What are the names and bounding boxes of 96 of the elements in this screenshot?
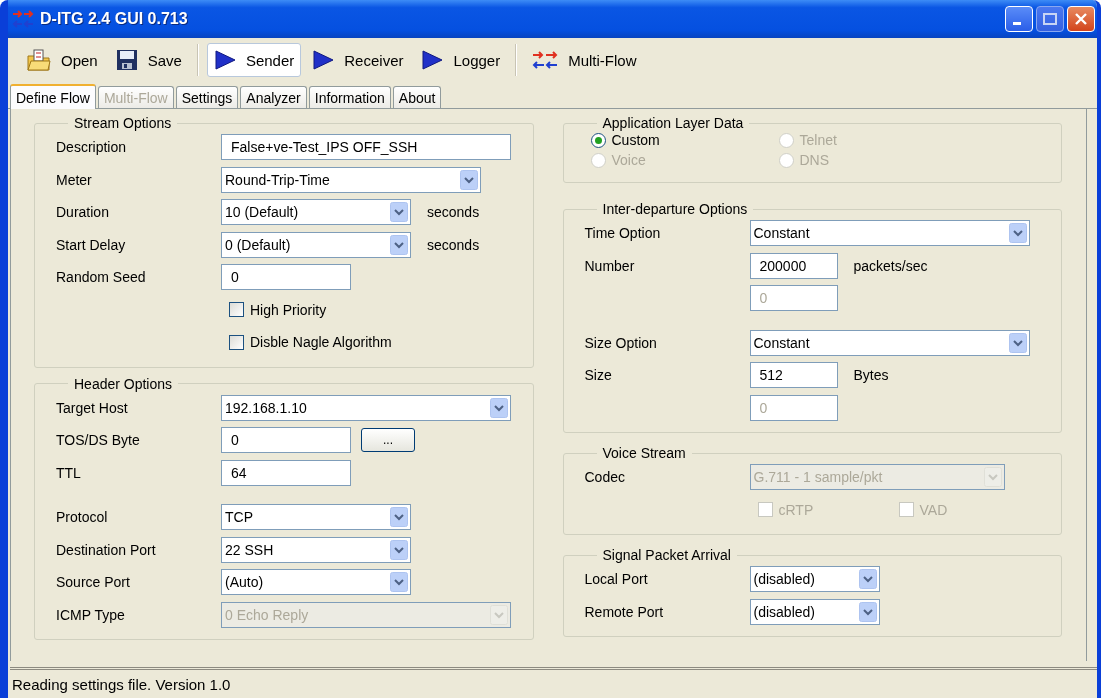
dropdown[interactable]: Constant	[749, 220, 1030, 247]
tab[interactable]: Analyzer	[240, 86, 307, 108]
radio-label: Voice	[611, 152, 646, 168]
unit-label: seconds	[427, 236, 480, 253]
text-field[interactable]: 0	[221, 427, 351, 454]
minimize-button[interactable]	[1005, 6, 1033, 32]
chevron-down-icon	[390, 539, 408, 560]
field-label: Meter	[56, 171, 93, 188]
field-label: Description	[56, 139, 128, 156]
field-label: Source Port	[56, 574, 131, 591]
text-field[interactable]: 64	[221, 459, 351, 486]
chevron-down-icon	[858, 569, 877, 590]
checkbox[interactable]	[229, 302, 244, 318]
chevron-down-icon	[460, 169, 478, 190]
dropdown[interactable]: 192.168.1.10	[221, 394, 511, 421]
field-label: Destination Port	[56, 541, 157, 558]
radio-button[interactable]	[590, 132, 606, 148]
group-title: Inter-departure Options	[601, 201, 749, 217]
field-label: Size Option	[584, 334, 658, 351]
field-label: Time Option	[584, 225, 662, 242]
checkbox[interactable]	[229, 334, 244, 350]
close-button[interactable]	[1067, 6, 1095, 32]
text-field[interactable]: False+ve-Test_IPS OFF_SSH	[221, 134, 511, 161]
dropdown[interactable]: (disabled)	[749, 566, 880, 593]
field-label: Remote Port	[584, 603, 665, 620]
toolbar-button[interactable]: Multi-Flow	[525, 43, 644, 77]
arrows-icon	[12, 10, 34, 28]
chevron-down-icon	[1008, 332, 1027, 353]
dropdown[interactable]: Constant	[749, 329, 1030, 356]
more-button[interactable]: ...	[361, 428, 415, 453]
chevron-down-icon	[490, 397, 508, 418]
field-label: Number	[584, 257, 636, 274]
play-icon	[421, 50, 444, 70]
chevron-down-icon	[390, 507, 408, 528]
field-label: Start Delay	[56, 236, 127, 253]
field-label: Local Port	[584, 571, 649, 588]
tab[interactable]: Information	[308, 86, 391, 108]
field-label: Random Seed	[56, 269, 147, 286]
minimize-icon	[1013, 22, 1021, 25]
chevron-down-icon	[490, 604, 508, 625]
radio-label: DNS	[799, 152, 830, 168]
radio-label: Telnet	[799, 132, 837, 148]
dropdown[interactable]: Round-Trip-Time	[221, 166, 481, 193]
maximize-icon	[1043, 13, 1057, 25]
chevron-down-icon	[1008, 223, 1027, 244]
unit-label: packets/sec	[853, 257, 928, 274]
play-icon	[312, 50, 335, 70]
toolbar-button[interactable]: Save	[108, 43, 189, 77]
text-field[interactable]: 512	[749, 362, 838, 389]
tab[interactable]: Settings	[175, 86, 239, 108]
chevron-down-icon	[390, 202, 408, 223]
chevron-down-icon	[858, 601, 877, 622]
group-title: Stream Options	[73, 115, 173, 131]
group-title: Application Layer Data	[601, 115, 745, 131]
group-title: Signal Packet Arrival	[601, 547, 732, 563]
maximize-button[interactable]	[1036, 6, 1064, 32]
field-label: Protocol	[56, 509, 109, 526]
field-label: Codec	[584, 469, 626, 486]
chevron-down-icon	[983, 467, 1002, 488]
text-field[interactable]: 200000	[749, 252, 838, 279]
field-label: TOS/DS Byte	[56, 432, 141, 449]
close-icon	[1075, 13, 1087, 25]
dropdown[interactable]: 10 (Default)	[221, 199, 411, 226]
toolbar-button[interactable]: Receiver	[305, 43, 411, 77]
arrows-icon	[532, 50, 559, 70]
tab[interactable]: Define Flow	[10, 84, 96, 109]
field-label: ICMP Type	[56, 606, 126, 623]
checkbox-label: VAD	[919, 501, 948, 518]
status-text: Reading settings file. Version 1.0	[12, 675, 231, 693]
folder-icon	[27, 49, 51, 71]
field-label: TTL	[56, 464, 82, 481]
field-label: Size	[584, 367, 613, 384]
checkbox-label: Disble Nagle Algorithm	[250, 334, 392, 351]
dropdown[interactable]: 0 (Default)	[221, 231, 411, 258]
toolbar-button[interactable]: Sender	[206, 43, 302, 77]
dropdown[interactable]: (disabled)	[749, 598, 880, 625]
checkbox-label: High Priority	[250, 301, 327, 318]
unit-label: seconds	[427, 204, 480, 221]
radio-label: Custom	[611, 132, 660, 148]
chevron-down-icon	[390, 572, 408, 593]
toolbar-button[interactable]: Logger	[414, 43, 508, 77]
field-label: Duration	[56, 204, 110, 221]
group-title: Header Options	[73, 375, 174, 392]
toolbar-button[interactable]: Open	[20, 43, 105, 77]
dropdown[interactable]: (Auto)	[221, 569, 411, 596]
tab[interactable]: About	[392, 86, 442, 108]
dropdown[interactable]: 22 SSH	[221, 536, 411, 563]
window-title: D-ITG 2.4 GUI 0.713	[40, 10, 189, 28]
play-icon	[213, 50, 236, 70]
checkbox-label: cRTP	[778, 501, 814, 518]
group-title: Voice Stream	[601, 445, 687, 461]
chevron-down-icon	[390, 234, 408, 255]
unit-label: Bytes	[853, 367, 889, 384]
text-field[interactable]: 0	[221, 264, 351, 291]
dropdown[interactable]: TCP	[221, 504, 411, 531]
field-label: Target Host	[56, 399, 129, 416]
